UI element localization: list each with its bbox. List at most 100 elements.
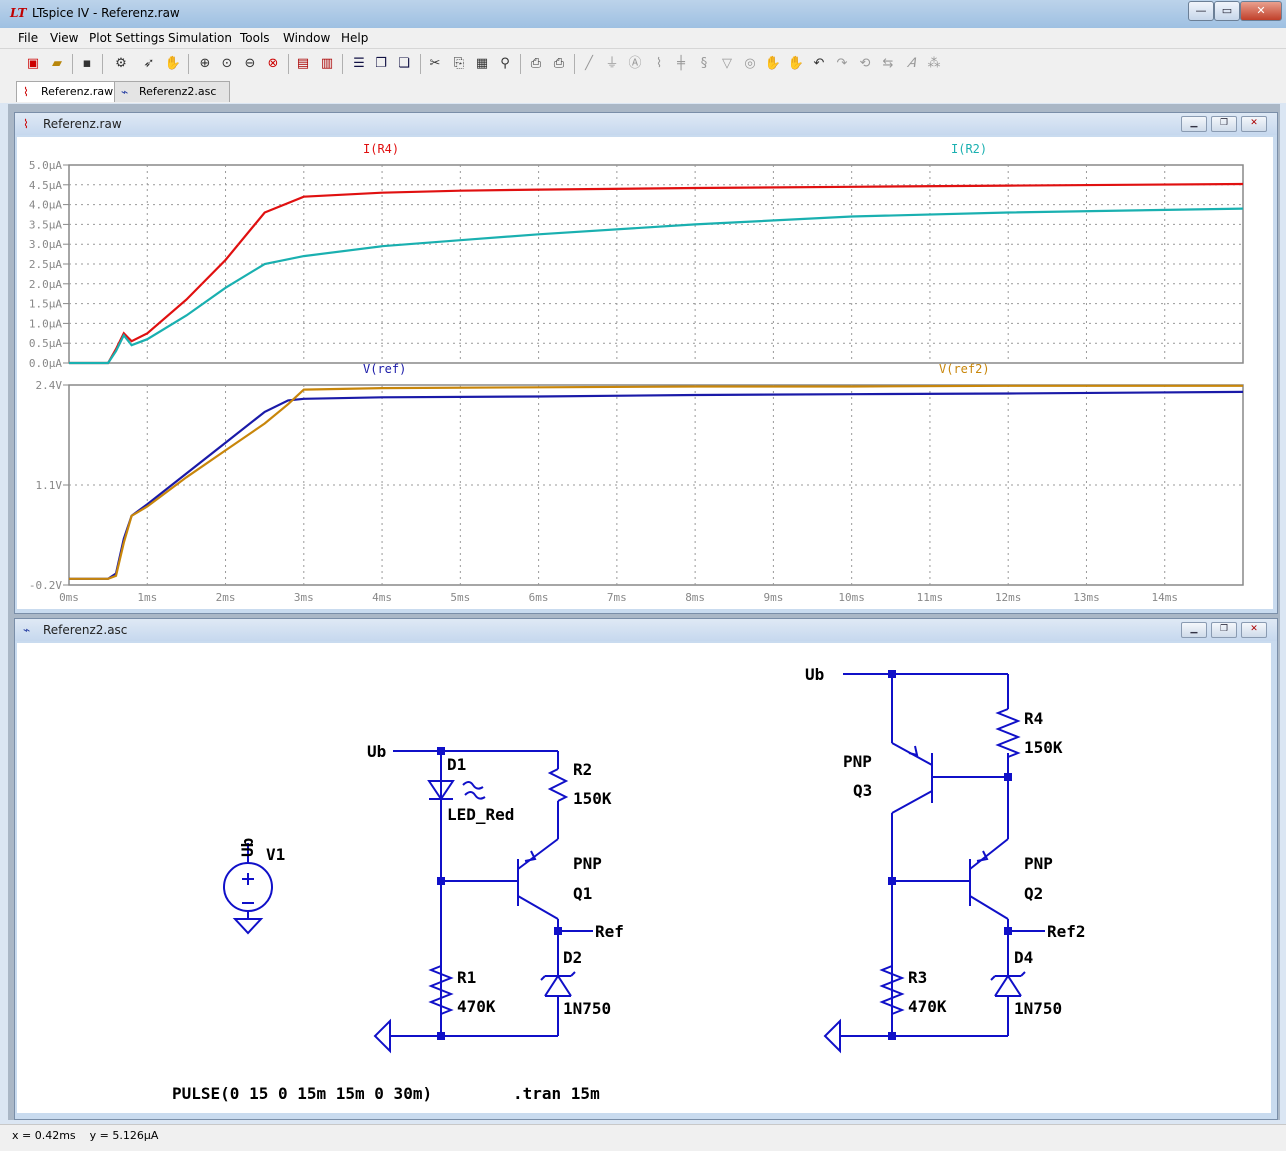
- menu-window[interactable]: Window: [283, 31, 330, 45]
- x-tick-label: 3ms: [294, 591, 314, 604]
- value-r2: 150K: [573, 789, 612, 808]
- run-icon[interactable]: ➶: [140, 55, 158, 73]
- zoom-in-icon[interactable]: ⊕: [196, 55, 214, 73]
- save-icon[interactable]: ▪: [78, 55, 96, 73]
- led-light-arrows: [462, 781, 486, 800]
- label-net-icon[interactable]: Ⓐ: [626, 55, 644, 73]
- minimize-button[interactable]: —: [1188, 1, 1214, 21]
- schematic-canvas[interactable]: Ub D1 LED_Red R2 150K PNP Q1 Ref D2 1N75…: [17, 643, 1271, 1113]
- toolbar-separator: [574, 54, 575, 74]
- capacitor-icon[interactable]: ╪: [672, 55, 690, 73]
- resistor-icon[interactable]: ⌇: [650, 55, 668, 73]
- ref-d4: D4: [1014, 948, 1033, 967]
- diode-icon[interactable]: ▽: [718, 55, 736, 73]
- ground-icon[interactable]: ⏚: [603, 55, 621, 73]
- status-bar: x = 0.42ms y = 5.126µA: [0, 1124, 1286, 1151]
- zener-d4: [990, 971, 1026, 997]
- transistor-q1-arrow: [524, 850, 537, 862]
- menu-simulation[interactable]: Simulation: [168, 31, 232, 45]
- junction-dot: [888, 877, 896, 885]
- cut-icon[interactable]: ✂: [426, 55, 444, 73]
- child-close-button[interactable]: ✕: [1241, 622, 1267, 638]
- zoom-fit-icon[interactable]: ⊙: [218, 55, 236, 73]
- zoom-out-icon[interactable]: ⊖: [241, 55, 259, 73]
- spice-directive-icon[interactable]: ⁂: [925, 55, 943, 73]
- waveform-icon: ⌇: [23, 85, 29, 99]
- schematic-icon: ⌁: [121, 85, 129, 99]
- net-label-ref: Ref: [595, 922, 624, 941]
- toolbar-separator: [102, 54, 103, 74]
- y-tick-label: 4.5µA: [29, 179, 62, 192]
- schematic-window: ⌁ Referenz2.asc ▁ ❐ ✕ Ub D1 LED_Red R2 1…: [14, 618, 1278, 1120]
- mirror-icon[interactable]: ⇆: [879, 55, 897, 73]
- resistor-r1: [428, 965, 454, 1015]
- open-icon[interactable]: ▰: [48, 55, 66, 73]
- net-label-ub-v1: Ub: [238, 838, 257, 857]
- undo-icon[interactable]: ↶: [810, 55, 828, 73]
- x-tick-label: 4ms: [372, 591, 392, 604]
- menu-file[interactable]: File: [18, 31, 38, 45]
- child-restore-button[interactable]: ❐: [1211, 622, 1237, 638]
- move-icon[interactable]: ✋: [764, 55, 782, 73]
- menu-tools[interactable]: Tools: [240, 31, 270, 45]
- print-setup-icon[interactable]: ⎙: [527, 55, 545, 73]
- menu-plot-settings[interactable]: Plot Settings: [89, 31, 165, 45]
- toolbar-separator: [72, 54, 73, 74]
- plot-area[interactable]: 5.0µA 4.5µA 4.0µA 3.5µA 3.0µA 2.5µA 2.0µA 1.5µA…: [17, 137, 1273, 609]
- inductor-icon[interactable]: §: [695, 55, 713, 73]
- tab-label: Referenz.raw: [41, 85, 114, 98]
- transistor-q1-leads: [517, 838, 559, 920]
- menu-help[interactable]: Help: [341, 31, 368, 45]
- toolbar-separator: [520, 54, 521, 74]
- control-panel-icon[interactable]: ⚙: [112, 55, 130, 73]
- schematic-drawing[interactable]: Ub D1 LED_Red R2 150K PNP Q1 Ref D2 1N75…: [17, 643, 1271, 1113]
- y-tick-label: 2.0µA: [29, 278, 62, 291]
- drag-icon[interactable]: ✋: [787, 55, 805, 73]
- manual-range-icon[interactable]: ▥: [318, 55, 336, 73]
- rotate-icon[interactable]: ⟲: [856, 55, 874, 73]
- tab-referenz-raw[interactable]: ⌇ Referenz.raw: [16, 81, 128, 102]
- maximize-button[interactable]: ▭: [1214, 1, 1240, 21]
- tile-horizontal-icon[interactable]: ☰: [350, 55, 368, 73]
- zoom-cancel-icon[interactable]: ⊗: [264, 55, 282, 73]
- x-tick-label: 12ms: [995, 591, 1022, 604]
- waveform-plot[interactable]: 5.0µA 4.5µA 4.0µA 3.5µA 3.0µA 2.5µA 2.0µA 1.5µA…: [17, 137, 1273, 609]
- x-tick-label: 2ms: [216, 591, 236, 604]
- cascade-icon[interactable]: ❐: [372, 55, 390, 73]
- redo-icon[interactable]: ↷: [833, 55, 851, 73]
- transistor-q2-leads: [969, 838, 1009, 920]
- trace-vref2: [69, 384, 1243, 580]
- child-minimize-button[interactable]: ▁: [1181, 622, 1207, 638]
- new-schematic-icon[interactable]: ▣: [24, 55, 42, 73]
- menu-view[interactable]: View: [50, 31, 78, 45]
- wire-icon[interactable]: ╱: [580, 55, 598, 73]
- child-close-button[interactable]: ✕: [1241, 116, 1267, 132]
- y-tick-label: 1.5µA: [29, 298, 62, 311]
- resistor-r3: [879, 965, 905, 1015]
- tile-vertical-icon[interactable]: ❏: [395, 55, 413, 73]
- autorange-icon[interactable]: ▤: [294, 55, 312, 73]
- close-button[interactable]: ✕: [1240, 1, 1282, 21]
- print-icon[interactable]: ⎙: [550, 55, 568, 73]
- find-icon[interactable]: ⚲: [496, 55, 514, 73]
- x-tick-label: 7ms: [607, 591, 627, 604]
- ref-r2: R2: [573, 760, 592, 779]
- toolbar-separator: [420, 54, 421, 74]
- net-label-ub: Ub: [367, 742, 386, 761]
- x-tick-label: 0ms: [59, 591, 79, 604]
- pan-icon[interactable]: ✋: [164, 55, 182, 73]
- child-restore-button[interactable]: ❐: [1211, 116, 1237, 132]
- x-tick-label: 13ms: [1073, 591, 1100, 604]
- junction-dot: [437, 747, 445, 755]
- tab-referenz2-asc[interactable]: ⌁ Referenz2.asc: [114, 81, 230, 102]
- schematic-icon: ⌁: [23, 623, 31, 637]
- child-minimize-button[interactable]: ▁: [1181, 116, 1207, 132]
- copy-icon[interactable]: ⎘: [450, 55, 468, 73]
- paste-icon[interactable]: ▦: [473, 55, 491, 73]
- trace-label: I(R2): [951, 142, 987, 156]
- window-title: LTspice IV - Referenz.raw: [32, 6, 180, 20]
- voltage-source-polarity: [242, 873, 254, 904]
- component-icon[interactable]: ◎: [741, 55, 759, 73]
- value-d2: 1N750: [563, 999, 611, 1018]
- text-icon[interactable]: 𝐴: [902, 55, 920, 73]
